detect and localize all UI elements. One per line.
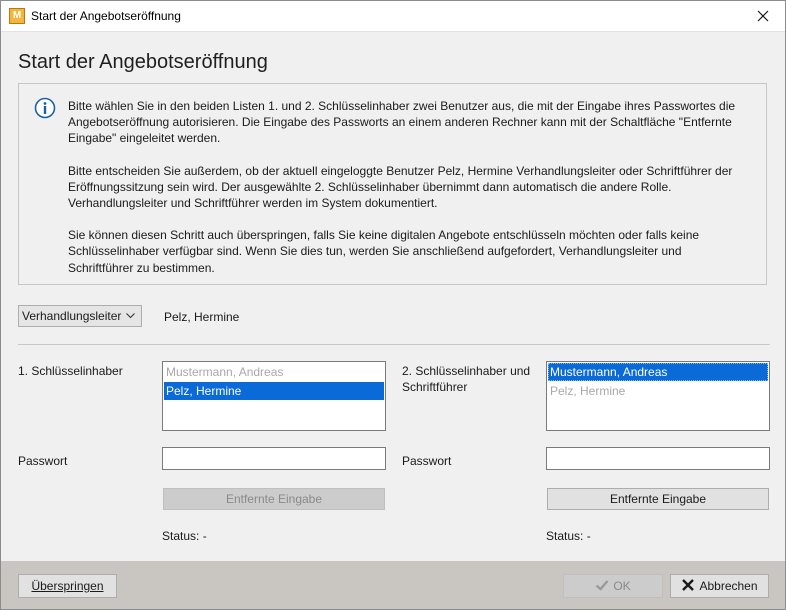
info-paragraph-3: Sie können diesen Schritt auch übersprin…: [68, 228, 700, 275]
chevron-down-icon: [126, 313, 135, 319]
info-paragraph-1: Bitte wählen Sie in den beiden Listen 1.…: [68, 99, 736, 146]
password-2-label: Passwort: [402, 454, 452, 468]
info-paragraph-2: Bitte entscheiden Sie außerdem, ob der a…: [68, 163, 733, 211]
cancel-button[interactable]: Abbrechen: [670, 574, 769, 598]
close-button[interactable]: [741, 1, 785, 31]
key-holder-1-item-pelz[interactable]: Pelz, Hermine: [164, 382, 384, 400]
ok-button[interactable]: OK: [563, 574, 663, 598]
key-holder-2-label-line2: Schriftführer: [402, 380, 468, 394]
key-holder-2-label: 2. Schlüsselinhaber und Schriftführer: [402, 363, 530, 395]
key-holder-2-label-line1: 2. Schlüsselinhaber und: [402, 364, 531, 378]
skip-button[interactable]: Überspringen: [18, 574, 117, 598]
dialog-window: M Start der Angebotseröffnung Start der …: [0, 0, 786, 610]
info-text: Bitte wählen Sie in den beiden Listen 1.…: [68, 98, 748, 292]
remote-input-2-button[interactable]: Entfernte Eingabe: [547, 488, 769, 510]
skip-button-label: Überspringen: [31, 579, 104, 593]
password-1-label: Passwort: [18, 454, 68, 468]
password-1-input[interactable]: [162, 447, 386, 470]
cancel-button-label: Abbrechen: [699, 579, 758, 593]
role-dropdown-value: Verhandlungsleiter: [22, 309, 122, 323]
divider: [18, 344, 770, 345]
button-bar: Überspringen OK Abbrechen: [1, 561, 785, 609]
key-holder-1-list[interactable]: Mustermann, Andreas Pelz, Hermine: [162, 361, 386, 431]
page-title: Start der Angebotseröffnung: [18, 51, 268, 73]
key-holder-2-status: Status: -: [546, 529, 591, 543]
key-holder-2-item-mustermann[interactable]: Mustermann, Andreas: [548, 363, 768, 381]
info-box: Bitte wählen Sie in den beiden Listen 1.…: [18, 83, 767, 285]
checkmark-icon: [596, 580, 609, 591]
x-icon: [682, 579, 695, 591]
remote-input-1-button[interactable]: Entfernte Eingabe: [163, 488, 385, 510]
key-holder-2-list[interactable]: Mustermann, Andreas Pelz, Hermine: [546, 361, 770, 431]
key-holder-1-item-mustermann: Mustermann, Andreas: [166, 365, 284, 379]
title-bar: M Start der Angebotseröffnung: [1, 1, 785, 32]
key-holder-1-label: 1. Schlüsselinhaber: [18, 364, 123, 378]
password-2-input[interactable]: [546, 447, 770, 470]
window-title: Start der Angebotseröffnung: [31, 9, 181, 23]
current-user-name: Pelz, Hermine: [164, 310, 240, 324]
close-icon: [757, 10, 769, 22]
role-dropdown[interactable]: Verhandlungsleiter: [18, 305, 142, 327]
app-logo-icon: M: [9, 8, 25, 24]
key-holder-2-item-pelz: Pelz, Hermine: [550, 384, 626, 398]
ok-button-label: OK: [613, 579, 631, 593]
key-holder-1-status: Status: -: [162, 529, 207, 543]
info-icon: [34, 97, 56, 119]
